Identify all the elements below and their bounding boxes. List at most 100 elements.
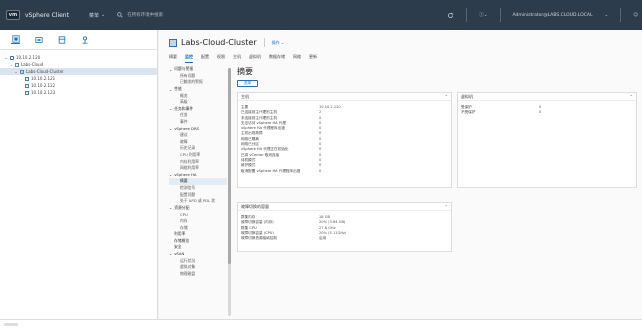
subnav-item[interactable]: 任务	[169, 112, 227, 119]
subnav-item[interactable]: 内存利用率	[169, 158, 227, 165]
subnav-item[interactable]: 安全	[169, 244, 227, 251]
vms-templates-view-icon[interactable]	[34, 35, 43, 44]
vmware-logo[interactable]: vm	[6, 10, 20, 20]
host-icon	[25, 90, 29, 95]
subnav-scrollbar[interactable]	[228, 68, 231, 316]
networking-view-icon[interactable]	[80, 35, 89, 44]
tree-item[interactable]: ⌄ 10.10.2.120	[0, 54, 157, 61]
subnav-label: 建议	[180, 132, 188, 138]
tree-item[interactable]: ⌄ Labs-Cloud	[0, 61, 157, 68]
subnav-group[interactable]: ⌄ vSphere DRS	[169, 125, 227, 132]
tab[interactable]: 配置	[201, 54, 209, 63]
subnav-group[interactable]: ⌄ 问题与警报	[169, 66, 227, 73]
subnav-item[interactable]: 所有问题	[169, 73, 227, 80]
tree-item[interactable]: 10.10.2.122	[0, 82, 157, 89]
tab[interactable]: 权限	[217, 54, 225, 63]
subnav-item[interactable]: 事件	[169, 119, 227, 126]
subnav-item[interactable]: 内存	[169, 218, 227, 225]
tab[interactable]: 虚拟机	[249, 54, 261, 63]
subnav-item[interactable]: 虚拟对象	[169, 264, 227, 271]
menu-button[interactable]: 菜单 ⌄	[89, 12, 105, 19]
recent-tasks-bar	[0, 319, 642, 329]
subnav-item[interactable]: 概览	[169, 92, 227, 99]
subnav-label: 运行状况	[180, 257, 196, 263]
subnav-group[interactable]: ⌄ vSAN	[169, 251, 227, 258]
expand-toggle-icon[interactable]: ⌄	[14, 69, 18, 74]
subnav-item[interactable]: 处于 APD 或 PDL 状	[169, 198, 227, 205]
chevron-down-icon[interactable]: ⌄	[169, 172, 172, 177]
page-object-title: Labs-Cloud-Cluster	[181, 38, 257, 47]
subnav-item[interactable]: 建议	[169, 132, 227, 139]
subnav-scrollbar-thumb[interactable]	[228, 68, 231, 264]
subnav-item[interactable]: 配置问题	[169, 191, 227, 198]
product-name[interactable]: vSphere Client	[25, 12, 69, 19]
select-button[interactable]: 选择	[237, 80, 258, 87]
subnav-item[interactable]: 摘要	[169, 178, 227, 185]
chevron-down-icon[interactable]: ⌄	[169, 87, 172, 92]
help-icon[interactable]: ⓘ⌄	[479, 12, 487, 18]
collapse-icon[interactable]: ⌃	[445, 94, 448, 99]
hosts-card-title: 主机	[241, 93, 249, 99]
subnav-label: vSphere DRS	[174, 126, 199, 132]
subnav-item[interactable]: 运行状况	[169, 257, 227, 264]
monitor-subnav: ⌄ 问题与警报 所有问题 已触发的警报 ⌄ 性能 概览 高级 ⌄ 任务和事件 任务 事件 ⌄ vS…	[169, 66, 227, 316]
tab[interactable]: 监控	[185, 54, 193, 63]
subnav-group[interactable]: ⌄ 资源分配	[169, 204, 227, 211]
chevron-down-icon: ⌄	[100, 12, 106, 18]
tab[interactable]: 网络	[293, 54, 301, 63]
user-menu[interactable]: Administrator@LABS.CLOUD.LOCAL	[513, 13, 593, 18]
subnav-group[interactable]: ⌄ 性能	[169, 86, 227, 93]
tab[interactable]: 摘要	[169, 54, 177, 63]
vms-card-header[interactable]: 虚拟机 ⌃	[458, 93, 636, 101]
chevron-down-icon[interactable]: ⌄	[169, 67, 172, 72]
chevron-down-icon[interactable]: ⌄	[169, 126, 172, 131]
tab[interactable]: 数据存储	[269, 54, 285, 63]
subnav-item[interactable]: 检测信号	[169, 185, 227, 192]
expand-toggle-icon[interactable]: ⌄	[4, 55, 8, 60]
subnav-item[interactable]: 历史记录	[169, 145, 227, 152]
datacenter-icon	[15, 62, 19, 67]
subnav-item[interactable]: 网络利用率	[169, 165, 227, 172]
recent-tasks-toggle[interactable]	[4, 323, 18, 326]
global-search[interactable]: 在所有环境中搜索	[117, 12, 163, 18]
subnav-item[interactable]: 存储概览	[169, 237, 227, 244]
tree-item-label: 10.10.2.120	[16, 55, 41, 60]
subnav-item[interactable]: 已触发的警报	[169, 79, 227, 86]
hosts-card-header[interactable]: 主机 ⌃	[238, 93, 451, 101]
collapse-icon[interactable]: ⌃	[630, 94, 633, 99]
subnav-item[interactable]: 高级	[169, 99, 227, 106]
search-input[interactable]: 在所有环境中搜索	[127, 12, 163, 18]
search-icon	[117, 12, 123, 18]
subnav-item[interactable]: 故障	[169, 139, 227, 146]
tree-item[interactable]: 10.10.2.121	[0, 75, 157, 82]
subnav-item[interactable]: CPU	[169, 211, 227, 218]
chevron-down-icon[interactable]: ⌄	[169, 251, 172, 256]
tab[interactable]: 主机	[233, 54, 241, 63]
subnav-item[interactable]: CPU 利用率	[169, 152, 227, 159]
subnav-item[interactable]: 物理磁盘	[169, 270, 227, 277]
tab[interactable]: 更新	[309, 54, 317, 63]
subnav-label: 事件	[180, 119, 188, 125]
refresh-icon[interactable]	[447, 12, 454, 19]
collapse-icon[interactable]: ⌃	[445, 204, 448, 209]
storage-view-icon[interactable]	[57, 35, 66, 44]
user-chevron-icon[interactable]: ⌄	[605, 13, 609, 18]
vms-card-title: 虚拟机	[461, 93, 473, 99]
actions-menu[interactable]: 操作 ⌄	[272, 40, 285, 46]
smiley-icon[interactable]: ☺	[633, 13, 638, 18]
subnav-group[interactable]: ⌄ vSphere HA	[169, 172, 227, 179]
tree-item[interactable]: ⌄ Labs-Cloud-Cluster	[0, 68, 157, 75]
expand-toggle-icon[interactable]: ⌄	[9, 62, 13, 67]
chevron-down-icon[interactable]: ⌄	[169, 205, 172, 210]
chevron-down-icon[interactable]: ⌄	[169, 106, 172, 111]
subnav-label: 历史记录	[180, 145, 196, 151]
failover-card-header[interactable]: 故障切换的容量 ⌃	[238, 203, 451, 211]
subnav-item[interactable]: 利用率	[169, 231, 227, 238]
subnav-label: 性能	[174, 86, 182, 92]
subnav-group[interactable]: ⌄ 任务和事件	[169, 106, 227, 113]
subnav-label: 网络利用率	[180, 165, 199, 171]
hosts-clusters-view-icon[interactable]	[11, 35, 20, 44]
tree-item[interactable]: 10.10.2.123	[0, 89, 157, 96]
subnav-item[interactable]: 存储	[169, 224, 227, 231]
subnav-label: 存储概览	[174, 237, 190, 243]
